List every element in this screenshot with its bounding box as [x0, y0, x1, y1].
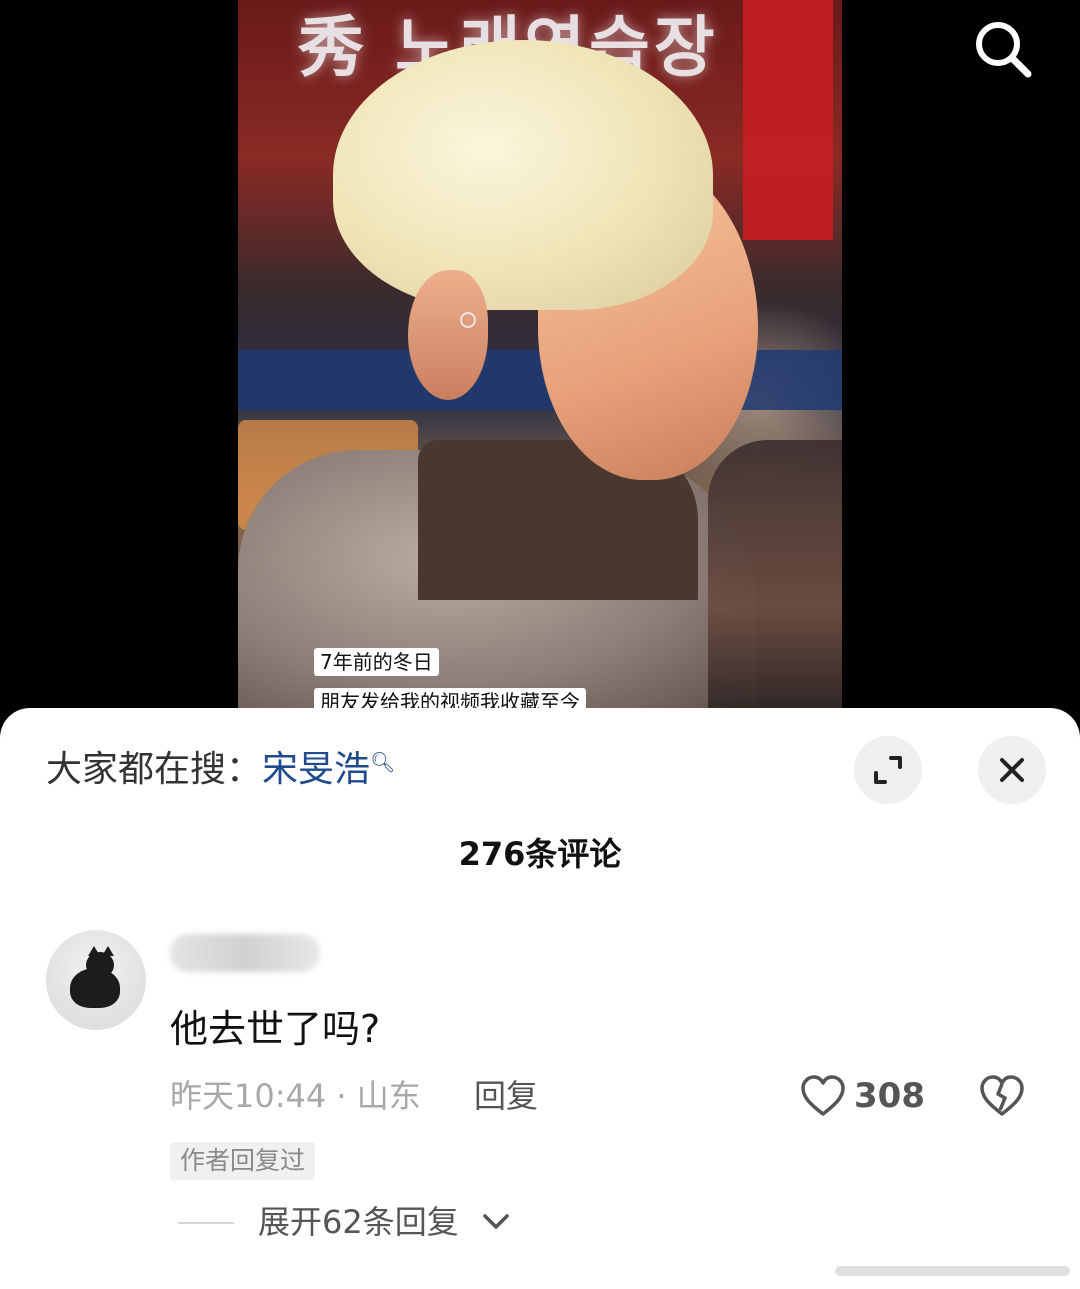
- chevron-down-icon[interactable]: [482, 1212, 510, 1232]
- broken-heart-icon[interactable]: [978, 1074, 1026, 1118]
- reply-button[interactable]: 回复: [474, 1074, 538, 1118]
- earring: [460, 312, 476, 328]
- video-area[interactable]: 秀 노래연습장 7年前的冬日 朋友发给我的视频我收藏至今: [0, 0, 1080, 720]
- comment-sheet: 大家都在搜：宋旻浩🔍︎ 276条评论 他去世了吗? 昨天10:44 · 山东 回…: [0, 708, 1080, 1289]
- username-blurred[interactable]: [170, 934, 320, 972]
- comment-text: 他去世了吗?: [170, 1007, 381, 1051]
- close-icon: [1000, 758, 1024, 782]
- avatar[interactable]: [46, 930, 146, 1030]
- video-frame[interactable]: 秀 노래연습장 7年前的冬日 朋友发给我的视频我收藏至今: [238, 0, 842, 720]
- expand-replies-button[interactable]: 展开62条回复: [258, 1200, 459, 1244]
- person-hair: [333, 40, 713, 310]
- cat-avatar-ear-left: [88, 946, 100, 956]
- background-red-sign: [743, 0, 833, 240]
- expand-button[interactable]: [854, 736, 922, 804]
- comment-meta: 昨天10:44 · 山东: [170, 1077, 421, 1115]
- close-button[interactable]: [978, 736, 1046, 804]
- like-count: 308: [854, 1076, 925, 1116]
- comment-count: 276条评论: [458, 835, 622, 873]
- search-icon[interactable]: [972, 18, 1034, 80]
- author-replied-tag: 作者回复过: [170, 1142, 316, 1180]
- divider-line: [178, 1222, 234, 1224]
- video-caption-line-1: 7年前的冬日: [314, 648, 439, 676]
- background-crowd: [708, 440, 842, 720]
- trending-keyword[interactable]: 宋旻浩: [262, 749, 370, 790]
- home-indicator: [835, 1266, 1070, 1276]
- person-ear: [408, 270, 488, 400]
- keyword-search-icon: 🔍︎: [370, 750, 396, 774]
- trending-search[interactable]: 大家都在搜：宋旻浩🔍︎: [46, 746, 395, 798]
- cat-avatar-ear-right: [102, 946, 114, 956]
- trending-prefix: 大家都在搜：: [46, 749, 263, 790]
- heart-icon[interactable]: [800, 1074, 846, 1118]
- expand-icon: [874, 756, 902, 784]
